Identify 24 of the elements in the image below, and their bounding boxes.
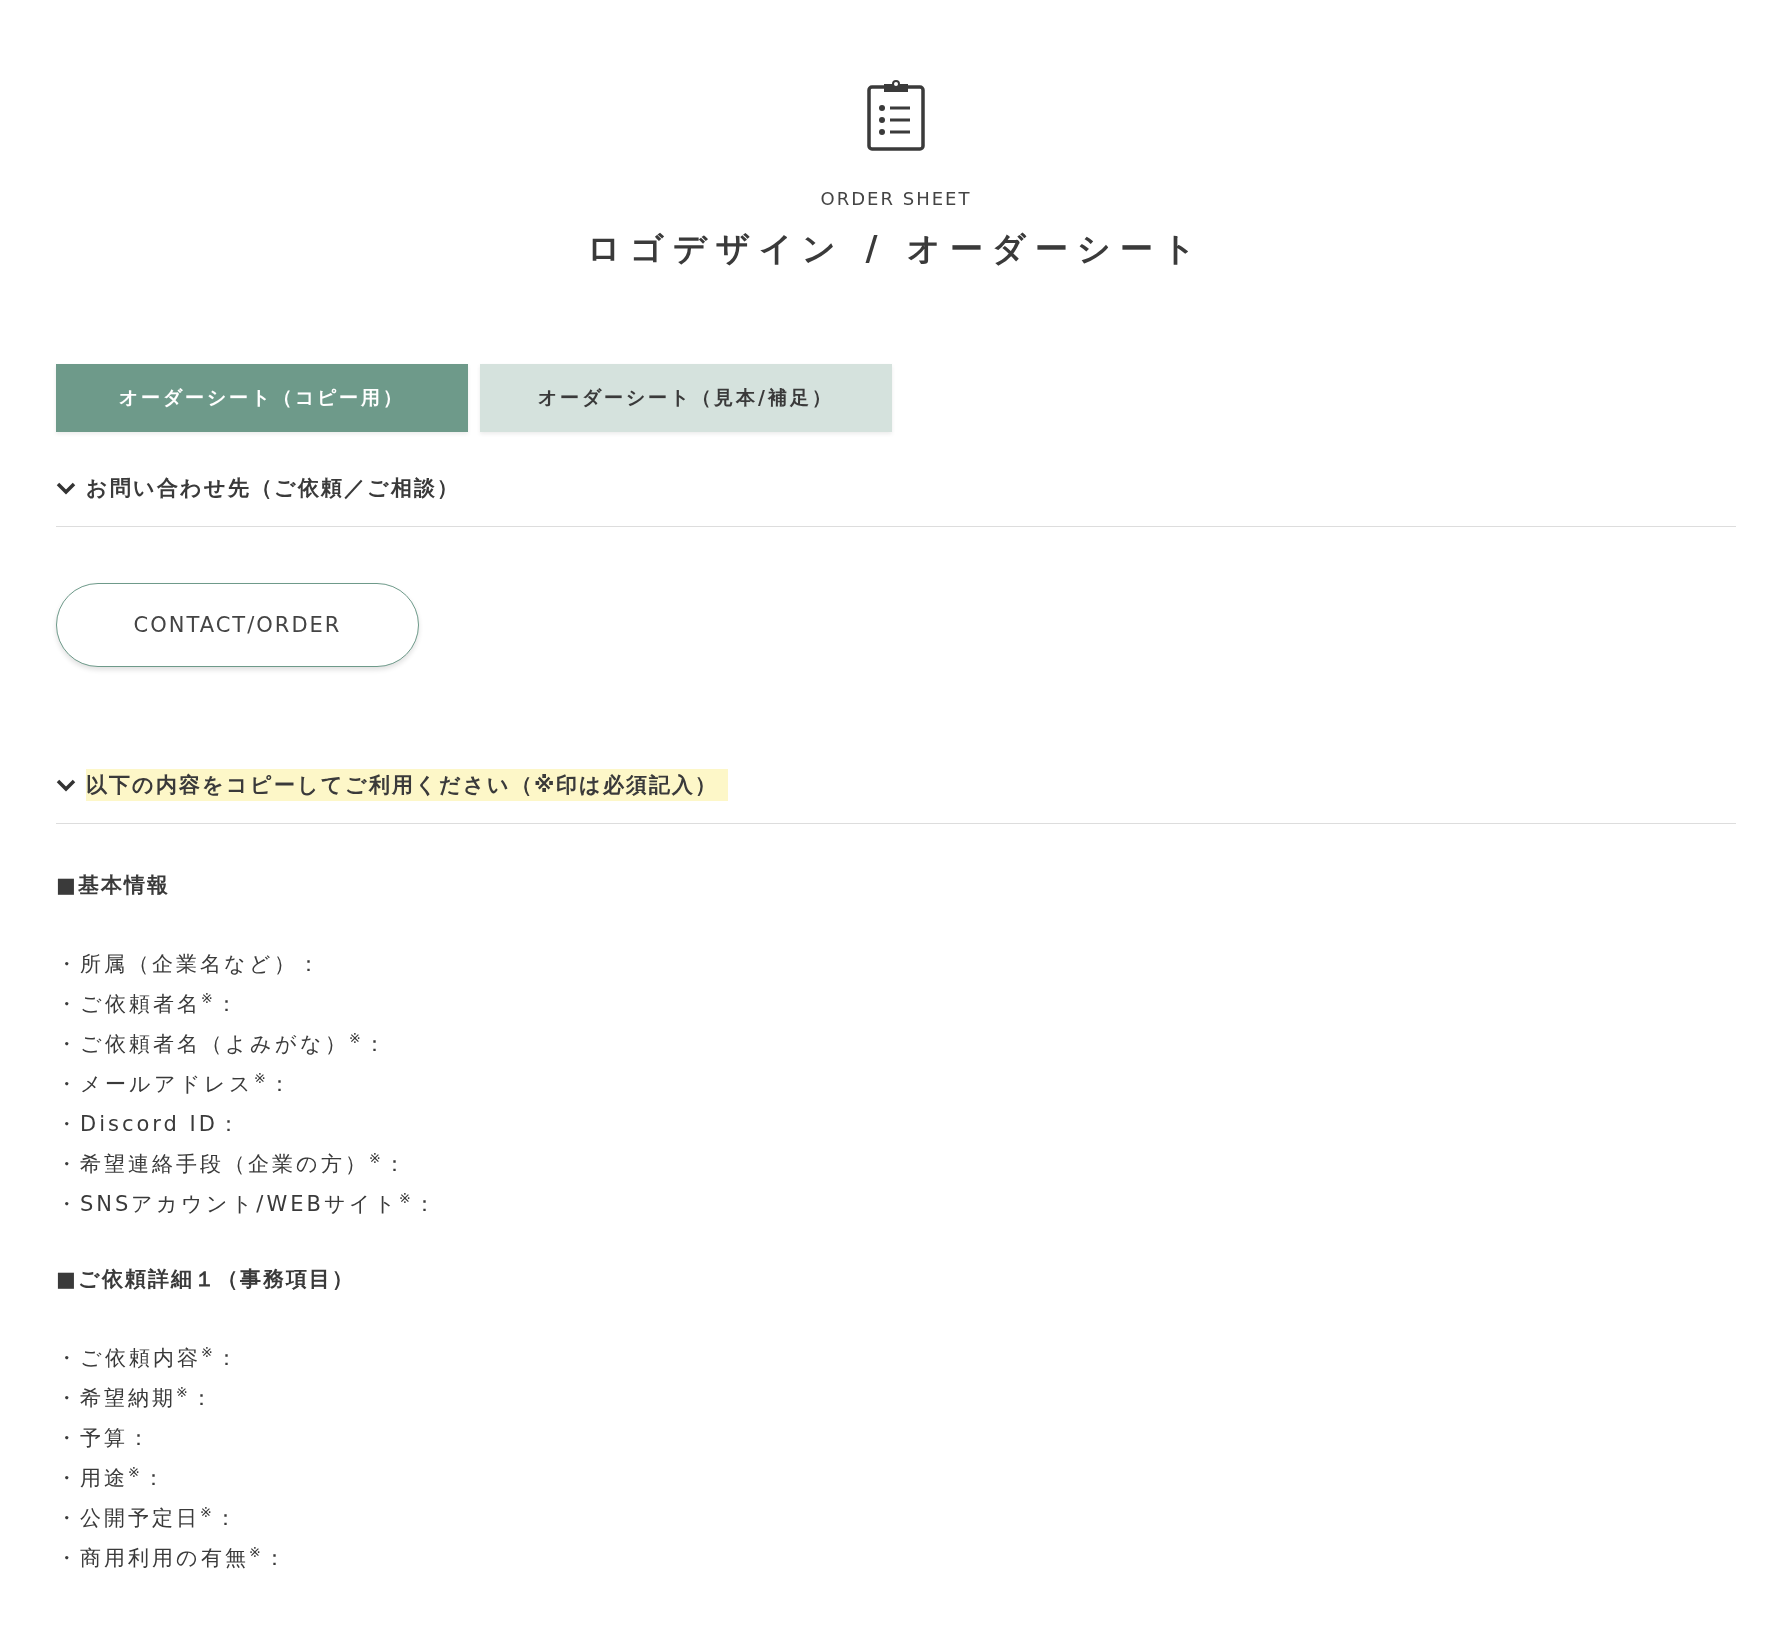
form-item-label: ・用途$^{※}$： xyxy=(56,1463,168,1492)
form-item-label: ・予算： xyxy=(56,1425,153,1452)
chevron-icon[interactable] xyxy=(56,778,76,792)
form-item-label: ・所属（企業名など）： xyxy=(56,951,323,978)
form-item-label: ・メールアドレス$^{※}$： xyxy=(56,1069,294,1098)
chevron-icon[interactable] xyxy=(56,481,76,495)
form-item-label: ・ご依頼者名$^{※}$： xyxy=(56,989,241,1018)
form-item-label: ・Discord ID： xyxy=(56,1111,243,1138)
section-eyebrow: ORDER SHEET xyxy=(820,188,972,209)
accordion-title[interactable]: お問い合わせ先（ご依頼／ご相談） xyxy=(86,472,470,504)
clipboard-list-icon xyxy=(866,78,926,152)
page-title: ロゴデザイン / オーダーシート xyxy=(587,228,1205,270)
form-item-label: ・ご依頼者名（よみがな）$^{※}$： xyxy=(56,1029,389,1058)
accordion-title[interactable]: 以下の内容をコピーしてご利用ください（※印は必須記入） xyxy=(86,769,729,801)
form-item-label: ・SNSアカウント/WEBサイト$^{※}$： xyxy=(56,1189,439,1218)
section-heading: ■ご依頼詳細１（事務項目） xyxy=(56,1266,356,1293)
form-item-label: ・希望連絡手段（企業の方）$^{※}$： xyxy=(56,1149,409,1178)
form-item-label: ・希望納期$^{※}$： xyxy=(56,1383,216,1412)
form-item-label: ・ご依頼内容$^{※}$： xyxy=(56,1343,241,1372)
section-heading: ■基本情報 xyxy=(56,872,171,899)
tab[interactable]: オーダーシート（見本/補足） xyxy=(480,364,892,432)
form-item-label: ・商用利用の有無$^{※}$： xyxy=(56,1543,289,1572)
contact-order-button[interactable]: CONTACT/ORDER xyxy=(56,583,419,667)
form-item-label: ・公開予定日$^{※}$： xyxy=(56,1503,240,1532)
